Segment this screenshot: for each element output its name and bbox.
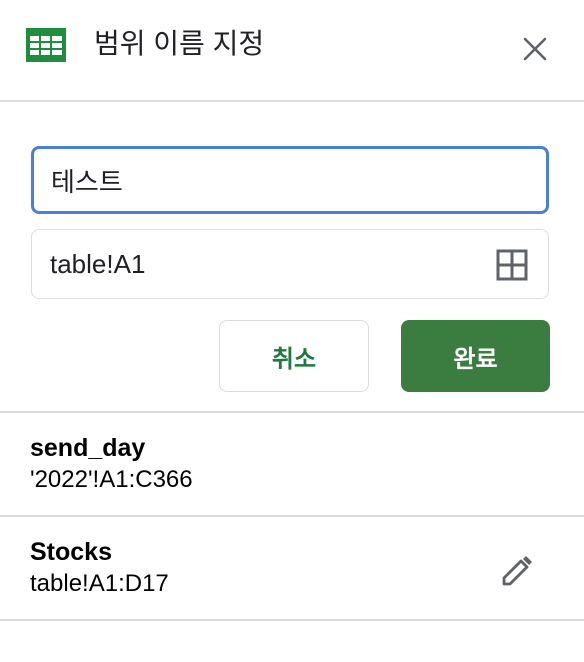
cancel-button[interactable]: 취소 bbox=[219, 320, 369, 392]
sheets-icon bbox=[26, 28, 66, 62]
named-range-reference: table!A1:D17 bbox=[30, 570, 169, 597]
named-range-name: send_day bbox=[30, 434, 146, 462]
named-range-item[interactable]: send_day '2022'!A1:C366 bbox=[0, 413, 584, 513]
range-reference-text: table!A1 bbox=[50, 249, 146, 279]
named-range-item[interactable]: Stocks table!A1:D17 bbox=[0, 517, 584, 617]
divider bbox=[0, 619, 584, 621]
range-reference-field[interactable]: table!A1 bbox=[31, 229, 549, 299]
close-icon bbox=[523, 37, 547, 61]
done-button[interactable]: 완료 bbox=[401, 320, 550, 392]
panel-header: 범위 이름 지정 bbox=[0, 0, 584, 102]
named-range-name: Stocks bbox=[30, 538, 112, 566]
pencil-icon[interactable] bbox=[498, 552, 536, 590]
panel-title: 범위 이름 지정 bbox=[94, 28, 265, 59]
close-button[interactable] bbox=[516, 30, 554, 68]
grid-select-icon[interactable] bbox=[496, 249, 528, 281]
named-range-reference: '2022'!A1:C366 bbox=[30, 466, 193, 493]
named-ranges-panel: 범위 이름 지정 table!A1 취소 완료 send_day '2022'!… bbox=[0, 0, 584, 662]
range-name-input[interactable] bbox=[31, 146, 549, 214]
